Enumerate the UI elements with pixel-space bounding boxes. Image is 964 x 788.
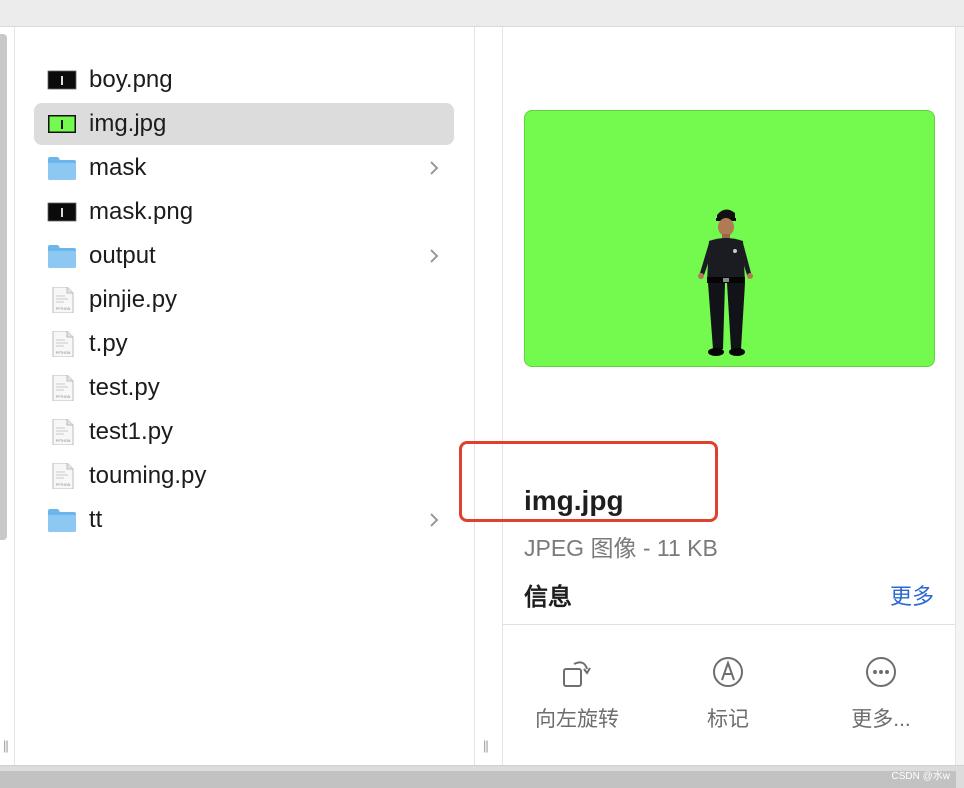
file-row[interactable]: img.jpg — [34, 103, 454, 145]
column-resize-handle[interactable]: || — [483, 738, 489, 753]
file-name-label: test.py — [89, 374, 160, 401]
file-name-label: test1.py — [89, 418, 174, 445]
file-name-label: touming.py — [89, 462, 207, 489]
rotate-left-label: 向左旋转 — [535, 708, 619, 731]
column-gap — [475, 27, 503, 765]
folder-icon — [48, 157, 76, 180]
python-file-icon: PYTHON — [52, 375, 74, 401]
file-list-column: boy.png img.jpg mask mask.png output PYTHON pi… — [15, 27, 475, 765]
python-file-icon: PYTHON — [52, 463, 74, 489]
python-icon-label: PYTHON — [56, 395, 71, 399]
more-actions-button[interactable]: 更多... — [811, 655, 951, 745]
file-row[interactable]: mask.png — [34, 191, 454, 233]
preview-file-kind-size: JPEG 图像 - 11 KB — [524, 535, 718, 561]
markup-label: 标记 — [707, 708, 749, 731]
python-file-icon: PYTHON — [52, 331, 74, 357]
python-icon-label: PYTHON — [56, 483, 71, 487]
watermark: CSDN @水w — [891, 771, 951, 782]
file-row[interactable]: boy.png — [34, 59, 454, 101]
horizontal-scrollbar-thumb[interactable] — [0, 771, 956, 788]
policeman-figure — [698, 209, 753, 356]
more-actions-label: 更多... — [851, 708, 911, 731]
file-name-label: t.py — [89, 330, 128, 357]
preview-image — [524, 110, 935, 367]
preview-divider — [503, 624, 955, 625]
preview-pane: img.jpg JPEG 图像 - 11 KB 信息 更多 向左旋转 标记 更多… — [503, 27, 955, 765]
finder-window: || boy.png img.jpg mask mask.png output PYTHO… — [0, 0, 964, 788]
file-name-label: pinjie.py — [89, 286, 178, 313]
column-resize-handle-left[interactable]: || — [3, 738, 9, 753]
python-file-icon: PYTHON — [52, 287, 74, 313]
markup-button[interactable]: 标记 — [658, 655, 798, 745]
image-thumbnail-icon — [48, 115, 76, 133]
chevron-right-icon[interactable] — [427, 244, 441, 268]
folder-row[interactable]: output — [34, 235, 454, 277]
markup-icon — [713, 657, 743, 687]
file-row[interactable]: PYTHON test.py — [34, 367, 454, 409]
image-thumbnail-icon — [47, 202, 77, 222]
folder-row[interactable]: mask — [34, 147, 454, 189]
file-name-label: output — [89, 242, 156, 269]
folder-icon — [48, 245, 76, 268]
rotate-left-button[interactable]: 向左旋转 — [507, 655, 647, 745]
info-heading: 信息 — [524, 584, 572, 611]
file-row[interactable]: PYTHON test1.py — [34, 411, 454, 453]
info-more-link[interactable]: 更多 — [890, 579, 934, 611]
chevron-right-icon[interactable] — [427, 508, 441, 532]
python-icon-label: PYTHON — [56, 439, 71, 443]
file-name-label: mask — [89, 154, 147, 181]
more-icon — [866, 657, 896, 687]
window-top-strip — [0, 0, 964, 27]
file-name-label: tt — [89, 506, 103, 533]
file-row[interactable]: PYTHON t.py — [34, 323, 454, 365]
file-name-label: boy.png — [89, 66, 173, 93]
python-icon-label: PYTHON — [56, 307, 71, 311]
python-icon-label: PYTHON — [56, 351, 71, 355]
file-name-label: mask.png — [89, 198, 194, 225]
rotate-left-icon — [563, 661, 591, 687]
file-row[interactable]: PYTHON touming.py — [34, 455, 454, 497]
right-scrollbar[interactable] — [955, 27, 964, 765]
left-scrollbar-thumb[interactable] — [0, 34, 7, 540]
folder-row[interactable]: tt — [34, 499, 454, 541]
chevron-right-icon[interactable] — [427, 156, 441, 180]
file-name-label: img.jpg — [89, 110, 167, 137]
file-row[interactable]: PYTHON pinjie.py — [34, 279, 454, 321]
folder-icon — [48, 509, 76, 532]
image-thumbnail-icon — [47, 70, 77, 90]
python-file-icon: PYTHON — [52, 419, 74, 445]
annotation-highlight-box — [459, 441, 718, 522]
